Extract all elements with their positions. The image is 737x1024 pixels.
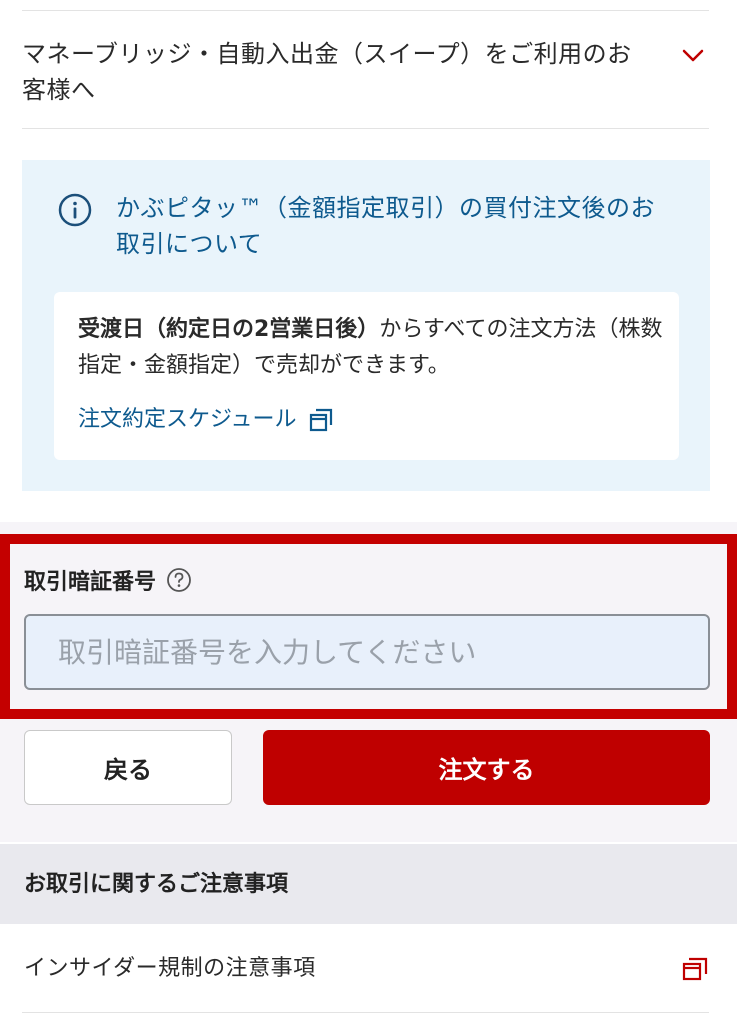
pin-label-text: 取引暗証番号	[24, 570, 157, 595]
insider-rules-link[interactable]: インサイダー規制の注意事項	[0, 924, 737, 1014]
info-box: かぶピタッ™（金額指定取引）の買付注文後のお取引について 受渡日（約定日の2営業…	[22, 160, 710, 491]
help-icon[interactable]	[166, 567, 192, 593]
sweep-accordion-label: マネーブリッジ・自動入出金（スイープ）をご利用のお客様へ	[22, 40, 632, 104]
info-card: 受渡日（約定日の2営業日後）からすべての注文方法（株数指定・金額指定）で売却がで…	[54, 292, 679, 460]
notice-title: お取引に関するご注意事項	[24, 872, 289, 897]
schedule-link[interactable]: 注文約定スケジュール	[78, 402, 334, 438]
insider-rules-label: インサイダー規制の注意事項	[24, 956, 316, 981]
info-card-bold: 受渡日（約定日の2営業日後）	[78, 317, 380, 342]
external-window-icon	[310, 408, 333, 432]
schedule-link-label: 注文約定スケジュール	[78, 407, 297, 432]
info-icon	[58, 193, 92, 227]
chevron-down-icon[interactable]	[679, 42, 707, 70]
bottom-divider	[22, 1012, 709, 1013]
accordion-divider	[22, 128, 709, 129]
external-window-icon	[682, 957, 708, 981]
sweep-accordion[interactable]: マネーブリッジ・自動入出金（スイープ）をご利用のお客様へ	[22, 28, 709, 128]
top-divider	[22, 10, 709, 11]
back-button[interactable]: 戻る	[24, 730, 232, 805]
info-title: かぶピタッ™（金額指定取引）の買付注文後のお取引について	[116, 194, 655, 258]
pin-label: 取引暗証番号	[24, 564, 192, 596]
info-card-text: 受渡日（約定日の2営業日後）からすべての注文方法（株数指定・金額指定）で売却がで…	[78, 312, 668, 384]
pin-input[interactable]	[24, 614, 710, 690]
notice-header: お取引に関するご注意事項	[0, 844, 737, 924]
order-button[interactable]: 注文する	[263, 730, 710, 805]
